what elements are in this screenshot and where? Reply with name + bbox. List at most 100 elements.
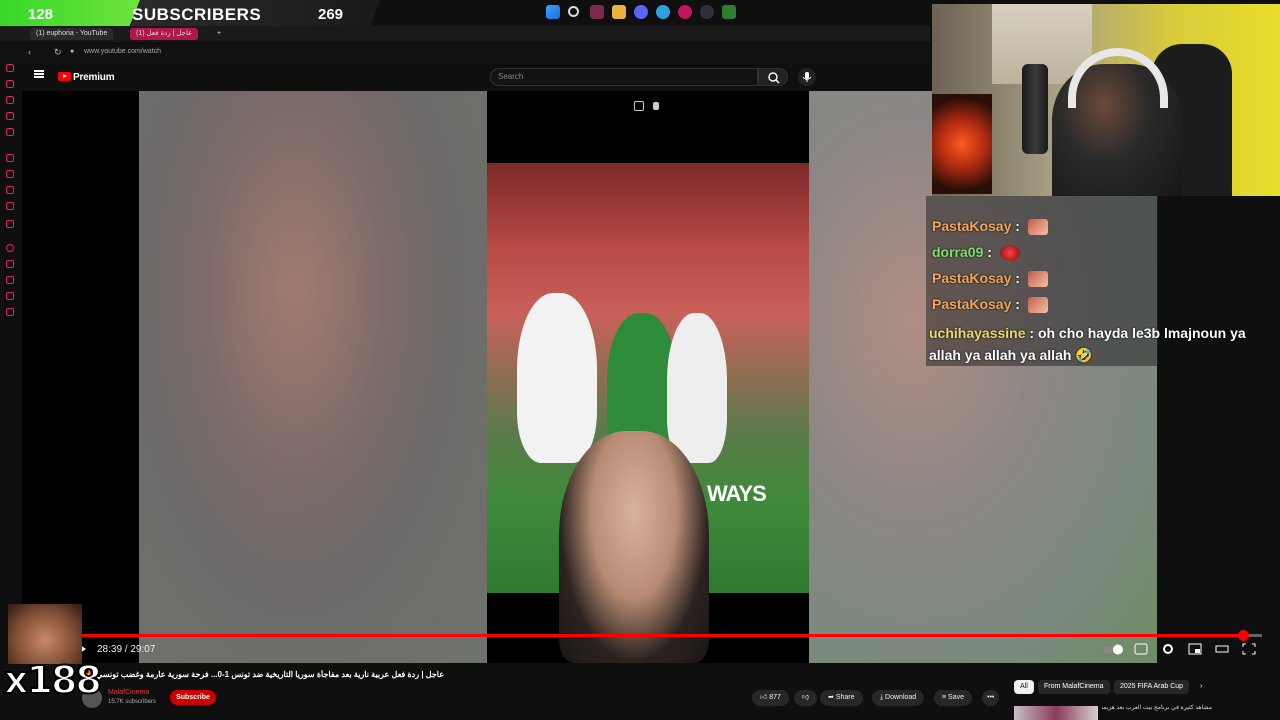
subscriber-goal: 269 (318, 6, 344, 23)
rail-icon[interactable] (6, 96, 14, 104)
autoplay-toggle-icon[interactable] (1104, 643, 1126, 655)
chat-separator: : (987, 244, 992, 260)
more-actions-button[interactable]: ••• (982, 690, 1000, 706)
lock-icon: ● (70, 48, 75, 55)
browser-side-rail (0, 60, 20, 330)
rail-icon[interactable] (6, 202, 14, 210)
chat-username: PastaKosay (932, 296, 1012, 312)
video-title: عاجل | ردة فعل عربية نارية بعد مفاجأة سو… (84, 670, 444, 679)
chat-username: uchihayassine (929, 325, 1026, 341)
stadium-banner-text: WAYS (707, 481, 767, 506)
search-input[interactable] (490, 68, 758, 86)
rail-icon[interactable] (6, 308, 14, 316)
rail-icon[interactable] (6, 276, 14, 284)
dislike-button[interactable]: 👎︎ (794, 690, 818, 706)
subscriber-count: 128 (28, 6, 54, 23)
recommendation-thumbnail[interactable] (1014, 706, 1098, 720)
emote-icon (999, 245, 1020, 262)
channel-subscriber-count: 15.7K subscribers (108, 699, 157, 705)
browser-tab-active[interactable]: (1) عاجل | ردة فعل (130, 28, 199, 40)
voice-search-button[interactable] (798, 68, 816, 86)
app2-icon[interactable] (722, 5, 736, 19)
reaction-meme-image (8, 604, 82, 664)
search-button[interactable] (758, 68, 788, 86)
recommendation-title[interactable]: مشاهد كثيرة في برنامج بيت العرب بعد هزيم… (1102, 704, 1212, 711)
captions-icon[interactable] (1134, 643, 1148, 655)
cast-icon[interactable] (653, 102, 659, 110)
windows-start-icon[interactable] (546, 5, 560, 19)
obs-icon[interactable] (700, 5, 714, 19)
settings-gear-icon[interactable] (1161, 643, 1175, 655)
microphone-icon (802, 72, 812, 82)
youtube-logo-icon[interactable] (58, 72, 71, 81)
like-button[interactable]: 👍︎ 877 (752, 690, 789, 706)
share-button[interactable]: ➦ Share (820, 690, 863, 706)
url-text[interactable]: www.youtube.com/watch (84, 48, 161, 55)
chevron-right-icon[interactable]: › (1194, 680, 1208, 694)
rail-icon[interactable] (6, 260, 14, 268)
reaction-multiplier: x188 (3, 657, 103, 703)
chat-username: PastaKosay (932, 270, 1012, 286)
chat-message: uchihayassine : oh cho hayda le3b lmajno… (929, 322, 1249, 366)
fullscreen-icon[interactable] (1242, 643, 1256, 655)
player-figure (517, 293, 597, 463)
rail-icon[interactable] (6, 170, 14, 178)
browser-icon[interactable] (678, 5, 692, 19)
app-icon[interactable] (590, 5, 604, 19)
rail-icon[interactable] (6, 154, 14, 162)
webcam-pc-lights (932, 94, 992, 194)
menu-icon[interactable] (34, 70, 44, 78)
rail-icon[interactable] (6, 220, 14, 228)
chat-message: PastaKosay : (932, 296, 1048, 314)
chip-all[interactable]: All (1014, 680, 1034, 694)
rail-icon[interactable] (6, 186, 14, 194)
rail-icon[interactable] (6, 80, 14, 88)
browser-tab[interactable]: (1) euphoria - YouTube (30, 28, 114, 40)
chat-separator: : (1015, 270, 1020, 286)
rail-icon[interactable] (6, 112, 14, 120)
blurred-background-left (139, 91, 487, 663)
video-content[interactable]: WAYS (487, 91, 809, 663)
save-button[interactable]: ≡ Save (934, 690, 972, 706)
chip-topic[interactable]: 2025 FIFA Arab Cup (1114, 680, 1190, 694)
thumbs-up-icon: 👍︎ (760, 694, 770, 701)
chat-separator: : (1015, 296, 1020, 312)
progress-scrubber[interactable] (1238, 630, 1250, 641)
chat-message: PastaKosay : (932, 270, 1048, 288)
presenter-face (559, 431, 709, 663)
discord-icon[interactable] (634, 5, 648, 19)
channel-name[interactable]: MalafCinema (108, 689, 149, 696)
emote-icon (1027, 219, 1048, 236)
chat-message: PastaKosay : (932, 218, 1048, 236)
youtube-header (20, 62, 930, 90)
chat-username: PastaKosay (932, 218, 1012, 234)
search-icon (768, 72, 780, 84)
subscribe-button[interactable]: Subscribe (170, 690, 216, 705)
time-display: 28:39 / 29:07 (97, 644, 156, 655)
more-icon: ••• (987, 694, 995, 701)
rail-icon[interactable] (6, 244, 14, 252)
progress-fill (82, 634, 1244, 637)
reload-icon[interactable]: ↻ (54, 47, 62, 58)
new-tab-button[interactable]: + (214, 28, 224, 40)
subscriber-label: SUBSCRIBERS (132, 5, 262, 24)
rail-icon[interactable] (6, 64, 14, 72)
miniplayer-icon[interactable] (1188, 643, 1202, 655)
download-button[interactable]: ⤓ Download (872, 690, 925, 706)
theater-mode-icon[interactable] (1215, 643, 1229, 655)
search-placeholder: Search (498, 72, 524, 81)
subscriber-progress-segment (0, 0, 140, 28)
telegram-icon[interactable] (656, 5, 670, 19)
miniplayer-icon[interactable] (634, 101, 644, 111)
rail-icon[interactable] (6, 292, 14, 300)
back-icon[interactable]: ‹ (28, 47, 31, 57)
webcam-bottle (1022, 64, 1048, 154)
emote-icon (1027, 271, 1048, 288)
chat-separator: : (1015, 218, 1020, 234)
youtube-brand[interactable]: Premium (73, 72, 115, 83)
chip-from-channel[interactable]: From MalafCinema (1038, 680, 1110, 694)
folder-icon[interactable] (612, 5, 626, 19)
player-figure (667, 313, 727, 463)
rail-icon[interactable] (6, 128, 14, 136)
search-icon[interactable] (568, 6, 579, 17)
